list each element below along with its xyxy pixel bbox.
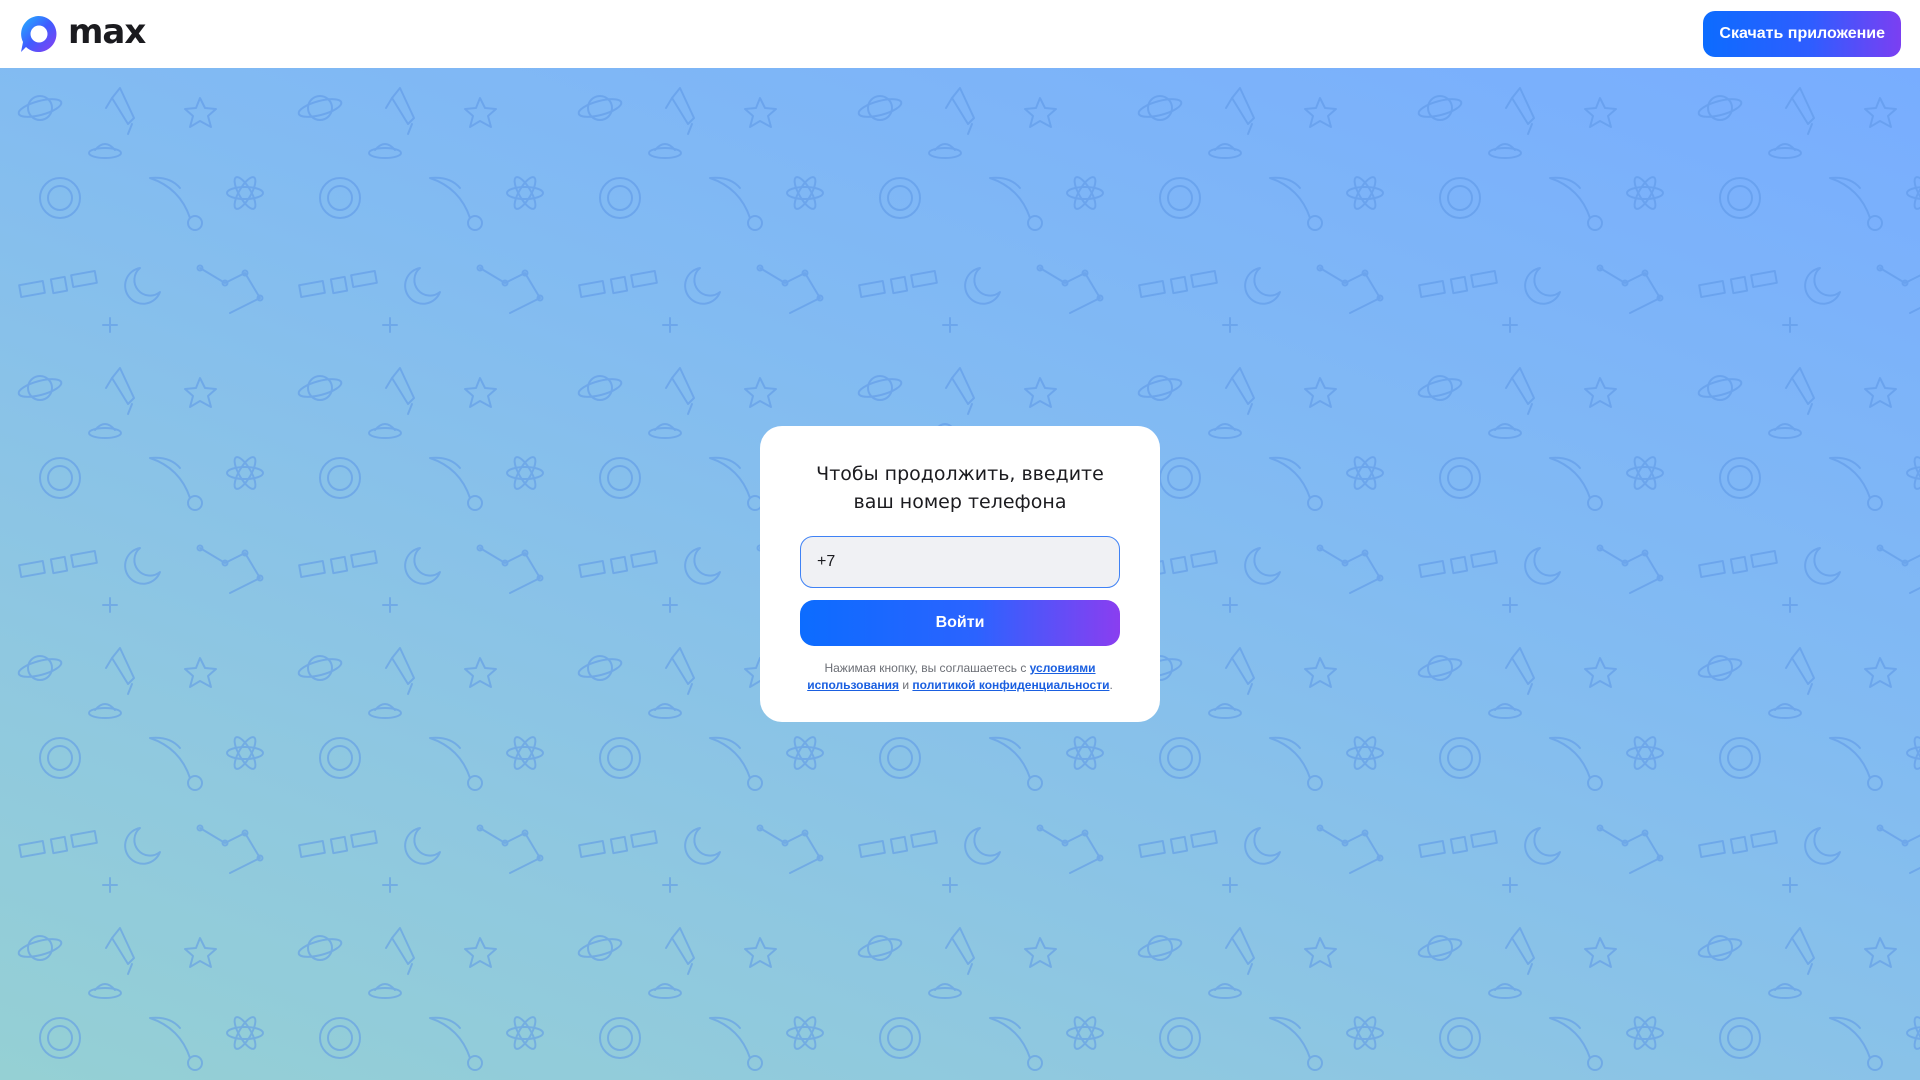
phone-field[interactable] <box>800 536 1120 588</box>
legal-prefix: Нажимая кнопку, вы соглашаетесь с <box>824 661 1030 675</box>
privacy-link[interactable]: политикой конфиденциальности <box>912 678 1109 692</box>
legal-conjunction: и <box>899 678 913 692</box>
legal-notice: Нажимая кнопку, вы соглашаетесь с услови… <box>800 660 1120 694</box>
legal-suffix: . <box>1109 678 1113 692</box>
login-title: Чтобы продолжить, введите ваш номер теле… <box>800 460 1120 516</box>
max-logo[interactable]: max <box>18 12 146 54</box>
top-bar: max Скачать приложение <box>0 0 1920 68</box>
phone-input[interactable] <box>817 553 1103 571</box>
download-app-button[interactable]: Скачать приложение <box>1703 11 1901 57</box>
logo-wordmark: max <box>68 12 146 52</box>
login-title-line-2: ваш номер телефона <box>853 491 1067 513</box>
login-title-line-1: Чтобы продолжить, введите <box>816 463 1104 485</box>
login-card: Чтобы продолжить, введите ваш номер теле… <box>760 426 1160 722</box>
login-button[interactable]: Войти <box>800 600 1120 646</box>
max-logo-icon <box>21 15 57 53</box>
